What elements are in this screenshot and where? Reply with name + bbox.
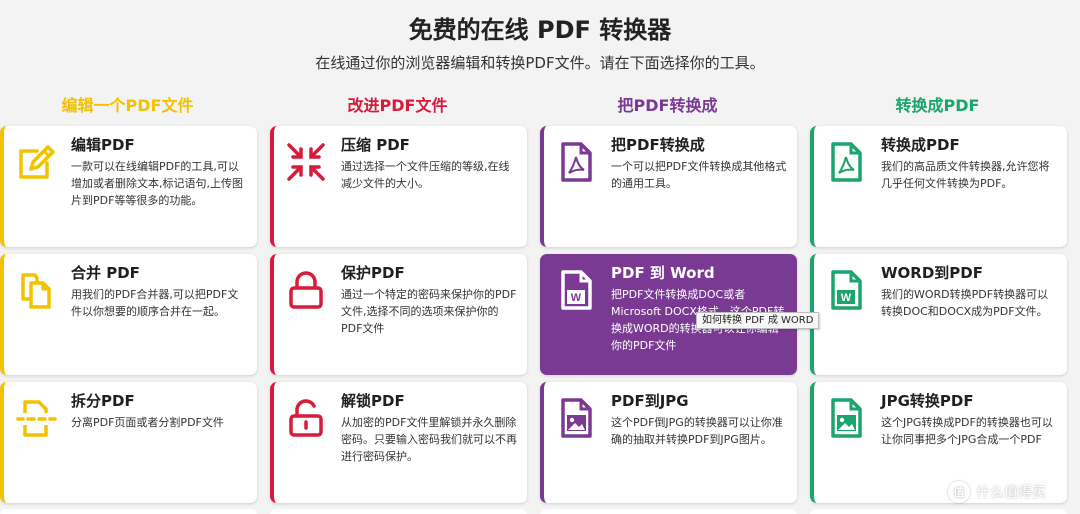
tool-description: 一个可以把PDF文件转换成其他格式的通用工具。	[611, 160, 787, 190]
tool-description: 通过选择一个文件压缩的等级,在线减少文件的大小。	[341, 160, 510, 190]
column-heading-improve: 改进PDF文件	[347, 96, 448, 115]
watermark: 值 什么值得买	[948, 480, 1046, 504]
tool-title: PDF 到 Word	[611, 264, 715, 282]
watermark-logo-icon: 值	[948, 481, 970, 503]
word-file-icon: W	[824, 268, 868, 312]
column-heading-edit: 编辑一个PDF文件	[61, 96, 194, 115]
image-file-icon	[824, 396, 868, 440]
svg-text:W: W	[571, 292, 582, 304]
tool-description: 这个PDF倒JPG的转换器可以让你准确的抽取并转换PDF到JPG图片。	[611, 416, 783, 446]
tool-title: 保护PDF	[341, 264, 405, 282]
hover-tooltip: 如何转换 PDF 成 WORD	[696, 312, 820, 329]
tool-card-convert-from-pdf[interactable]: 把PDF转换成 一个可以把PDF文件转换成其他格式的通用工具。	[540, 126, 797, 247]
tool-title: 拆分PDF	[71, 392, 135, 410]
next-row-card-peek	[540, 509, 797, 514]
merge-documents-icon	[14, 268, 58, 312]
image-file-icon	[554, 396, 598, 440]
tool-title: 压缩 PDF	[341, 136, 410, 154]
lock-closed-icon	[284, 268, 328, 312]
tool-card-merge-pdf[interactable]: 合并 PDF 用我们的PDF合并器,可以把PDF文件以你想要的顺序合并在一起。	[0, 254, 257, 375]
tool-description: 从加密的PDF文件里解锁并永久删除密码。只要输入密码我们就可以不再进行密码保护。	[341, 416, 517, 463]
tool-card-unlock-pdf[interactable]: 解锁PDF 从加密的PDF文件里解锁并永久删除密码。只要输入密码我们就可以不再进…	[270, 382, 527, 503]
page-subtitle: 在线通过你的浏览器编辑和转换PDF文件。请在下面选择你的工具。	[315, 54, 765, 72]
tool-title: JPG转换PDF	[881, 392, 974, 410]
tool-card-edit-pdf[interactable]: 编辑PDF 一款可以在线编辑PDF的工具,可以增加或者删除文本,标记语句,上传图…	[0, 126, 257, 247]
tool-description: 通过一个特定的密码来保护你的PDF文件,选择不同的选项来保护你的PDF文件	[341, 288, 517, 335]
compress-arrows-icon	[284, 140, 328, 184]
next-row-card-peek	[810, 509, 1067, 514]
tool-card-pdf-to-jpg[interactable]: PDF到JPG 这个PDF倒JPG的转换器可以让你准确的抽取并转换PDF到JPG…	[540, 382, 797, 503]
tool-description: 分离PDF页面或者分割PDF文件	[71, 416, 224, 429]
tool-card-convert-to-pdf[interactable]: 转换成PDF 我们的高品质文件转换器,允许您将几乎任何文件转换为PDF。	[810, 126, 1067, 247]
next-row-card-peek	[0, 509, 257, 514]
tool-title: WORD到PDF	[881, 264, 983, 282]
column-heading-to-pdf: 转换成PDF	[895, 96, 980, 115]
pdf-file-icon	[554, 140, 598, 184]
tool-card-protect-pdf[interactable]: 保护PDF 通过一个特定的密码来保护你的PDF文件,选择不同的选项来保护你的PD…	[270, 254, 527, 375]
svg-text:W: W	[841, 292, 852, 304]
page-title: 免费的在线 PDF 转换器	[408, 16, 672, 44]
tool-description: 我们的WORD转换PDF转换器可以转换DOC和DOCX成为PDF文件。	[881, 288, 1049, 318]
tool-title: 合并 PDF	[71, 264, 140, 282]
word-file-icon: W	[554, 268, 598, 312]
tool-title: 转换成PDF	[881, 136, 960, 154]
lock-open-icon	[284, 396, 328, 440]
tool-card-compress-pdf[interactable]: 压缩 PDF 通过选择一个文件压缩的等级,在线减少文件的大小。	[270, 126, 527, 247]
watermark-text: 什么值得买	[976, 485, 1046, 501]
tool-title: 编辑PDF	[71, 136, 135, 154]
tool-description: 用我们的PDF合并器,可以把PDF文件以你想要的顺序合并在一起。	[71, 288, 239, 318]
split-document-icon	[14, 396, 58, 440]
page-right-edge	[1072, 0, 1080, 514]
tool-description: 一款可以在线编辑PDF的工具,可以增加或者删除文本,标记语句,上传图片到PDF等…	[71, 160, 243, 207]
tool-description: 我们的高品质文件转换器,允许您将几乎任何文件转换为PDF。	[881, 160, 1050, 190]
tool-title: 解锁PDF	[341, 392, 405, 410]
tool-description: 这个JPG转换成PDF的转换器也可以让你同事把多个JPG合成一个PDF	[881, 416, 1053, 446]
tool-title: 把PDF转换成	[611, 136, 705, 154]
tool-title: PDF到JPG	[611, 392, 689, 410]
pdf-file-icon	[824, 140, 868, 184]
next-row-card-peek	[270, 509, 527, 514]
tool-card-split-pdf[interactable]: 拆分PDF 分离PDF页面或者分割PDF文件	[0, 382, 257, 503]
column-heading-from-pdf: 把PDF转换成	[617, 96, 718, 115]
pencil-edit-icon	[14, 140, 58, 184]
tool-card-word-to-pdf[interactable]: W WORD到PDF 我们的WORD转换PDF转换器可以转换DOC和DOCX成为…	[810, 254, 1067, 375]
